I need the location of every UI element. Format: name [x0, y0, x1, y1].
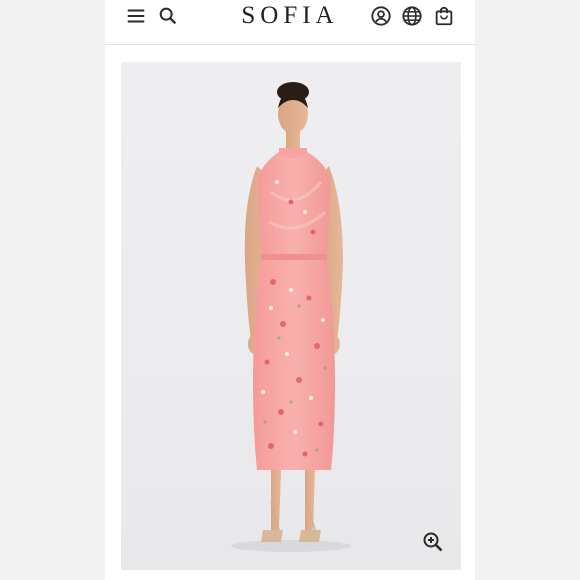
brand-logo[interactable]: SOFIA: [225, 2, 355, 30]
site-header: SOFIA: [105, 0, 475, 45]
account-icon[interactable]: [370, 5, 392, 27]
globe-icon[interactable]: [401, 5, 423, 27]
product-image[interactable]: [121, 62, 461, 570]
search-icon[interactable]: [157, 5, 179, 27]
page: SOFIA: [105, 0, 475, 580]
menu-icon[interactable]: [125, 5, 147, 27]
model-photo: [231, 82, 351, 552]
zoom-in-icon[interactable]: [421, 530, 445, 554]
bag-icon[interactable]: [433, 5, 455, 27]
